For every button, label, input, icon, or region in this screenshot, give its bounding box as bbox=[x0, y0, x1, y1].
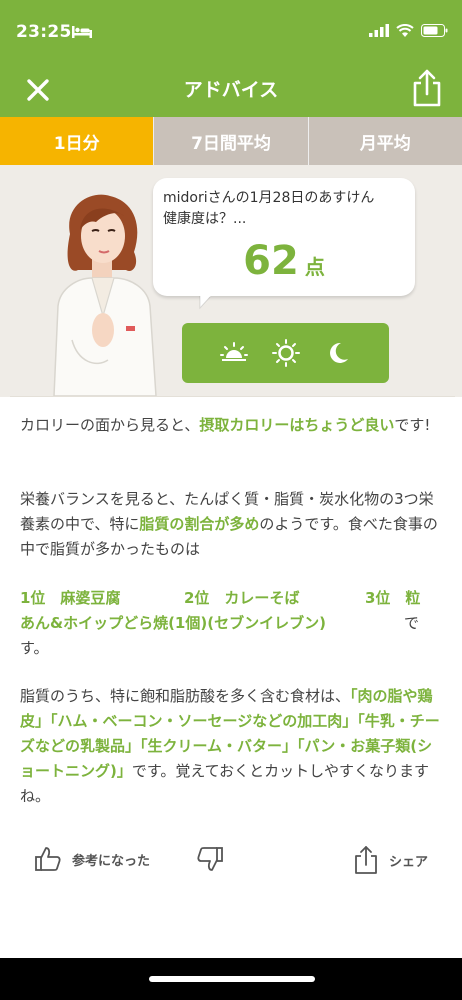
calorie-highlight: 摂取カロリーはちょうど良い bbox=[199, 416, 395, 434]
thumbs-down-icon bbox=[197, 847, 223, 871]
fat-ratio-highlight: 脂質の割合が多め bbox=[139, 515, 260, 533]
share-icon[interactable] bbox=[410, 68, 444, 108]
saturated-fat-advice: 脂質のうち、特に飽和脂肪酸を多く含む食材は、「肉の脂や鶏皮」「ハム・ベーコン・ソ… bbox=[20, 687, 440, 805]
nutrient-balance-advice: 栄養バランスを見ると、たんぱく質・脂質・炭水化物の3つ栄養素の中で、特に脂質の割… bbox=[20, 490, 438, 558]
health-score: 62 点 bbox=[153, 238, 415, 284]
sun-icon[interactable] bbox=[271, 338, 301, 368]
helpful-button[interactable]: 参考になった bbox=[34, 845, 150, 873]
advisor-avatar bbox=[53, 194, 157, 396]
app-header: 23:25 アドバイス bbox=[0, 0, 462, 117]
rank-first: 1位 麻婆豆腐 bbox=[20, 589, 121, 607]
rank-third-continued: あん&ホイップどら焼(1個)(セブンイレブン) bbox=[20, 614, 326, 632]
rank-second: 2位 カレーそば bbox=[184, 589, 300, 607]
helpful-label: 参考になった bbox=[72, 853, 151, 869]
tab-seven-day-average[interactable]: 7日間平均 bbox=[153, 117, 308, 165]
health-score-value: 62 bbox=[243, 238, 299, 284]
sunrise-icon[interactable] bbox=[219, 338, 249, 368]
status-time: 23:25 bbox=[16, 22, 72, 42]
fat-ranking: 1位 麻婆豆腐 2位 カレーそば 3位 粒 あん&ホイップどら焼(1個)(セブン… bbox=[20, 586, 444, 661]
share-icon bbox=[355, 846, 377, 874]
rank-third: 3位 粒 bbox=[365, 589, 421, 607]
score-question: midoriさんの1月28日のあすけん 健康度は？... bbox=[163, 188, 407, 230]
tab-monthly-average[interactable]: 月平均 bbox=[307, 117, 462, 165]
calorie-advice: カロリーの面から見ると、摂取カロリーはちょうど良いです! bbox=[20, 416, 431, 434]
bubble-tail bbox=[199, 290, 216, 310]
sleep-mode-icon bbox=[72, 26, 92, 38]
advice-actions: 参考になった シェア bbox=[20, 841, 444, 877]
moon-icon[interactable] bbox=[323, 338, 353, 368]
tab-one-day[interactable]: 1日分 bbox=[0, 117, 154, 165]
share-label: シェア bbox=[389, 854, 429, 870]
wifi-icon bbox=[396, 24, 414, 37]
score-question-line1: midoriさんの1月28日のあすけん bbox=[163, 190, 375, 206]
health-score-unit: 点 bbox=[304, 255, 325, 279]
share-advice-button[interactable]: シェア bbox=[353, 845, 428, 875]
status-indicators bbox=[369, 24, 448, 37]
advice-card: カロリーの面から見ると、摂取カロリーはちょうど良いです! 栄養バランスを見ると、… bbox=[10, 396, 455, 900]
not-helpful-button[interactable] bbox=[196, 845, 234, 873]
signal-icon bbox=[369, 24, 389, 37]
battery-icon bbox=[421, 24, 448, 37]
home-bar-area bbox=[0, 958, 462, 1000]
page-title: アドバイス bbox=[183, 79, 279, 101]
status-bar: 23:25 bbox=[0, 0, 462, 62]
meal-time-buttons bbox=[182, 323, 389, 383]
period-tabs: 1日分 7日間平均 月平均 bbox=[0, 117, 462, 165]
score-question-line2: 健康度は？... bbox=[163, 211, 247, 227]
bottom-spacer bbox=[0, 900, 462, 958]
score-bubble: midoriさんの1月28日のあすけん 健康度は？... 62 点 bbox=[153, 178, 415, 296]
home-indicator[interactable] bbox=[149, 976, 315, 982]
thumbs-up-icon bbox=[35, 847, 61, 871]
